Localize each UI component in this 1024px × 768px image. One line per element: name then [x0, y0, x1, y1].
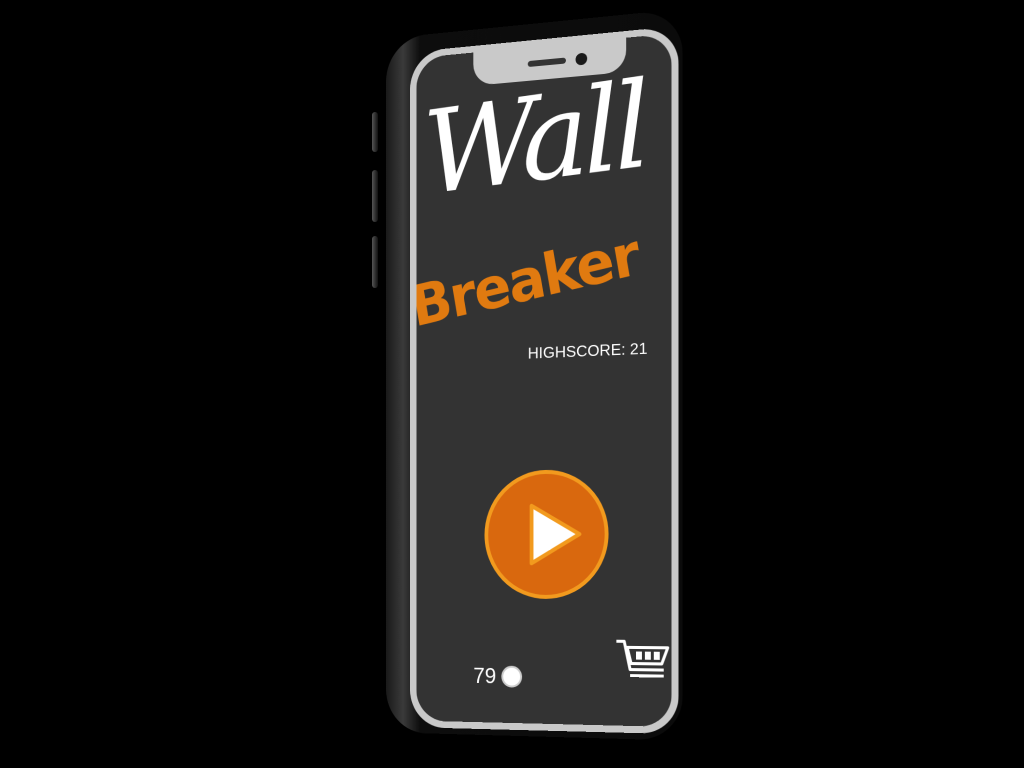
- speaker-icon: [527, 57, 566, 68]
- coin-icon: [501, 665, 523, 688]
- shop-button[interactable]: [614, 635, 669, 682]
- phone-side-button-top: [372, 112, 378, 152]
- coin-counter: 79: [473, 663, 523, 689]
- play-button[interactable]: [484, 468, 609, 600]
- game-title-breaker: Breaker: [416, 220, 644, 340]
- cart-icon: [614, 635, 669, 682]
- game-screen: Wall Breaker HIGHSCORE: 21 79: [416, 33, 672, 727]
- phone-side-button-bottom: [372, 236, 378, 288]
- coin-count: 79: [473, 663, 497, 689]
- game-title-wall: Wall: [420, 55, 649, 221]
- highscore-label: HIGHSCORE: 21: [527, 340, 648, 363]
- play-icon: [488, 473, 604, 595]
- phone-side-button-middle: [372, 170, 378, 222]
